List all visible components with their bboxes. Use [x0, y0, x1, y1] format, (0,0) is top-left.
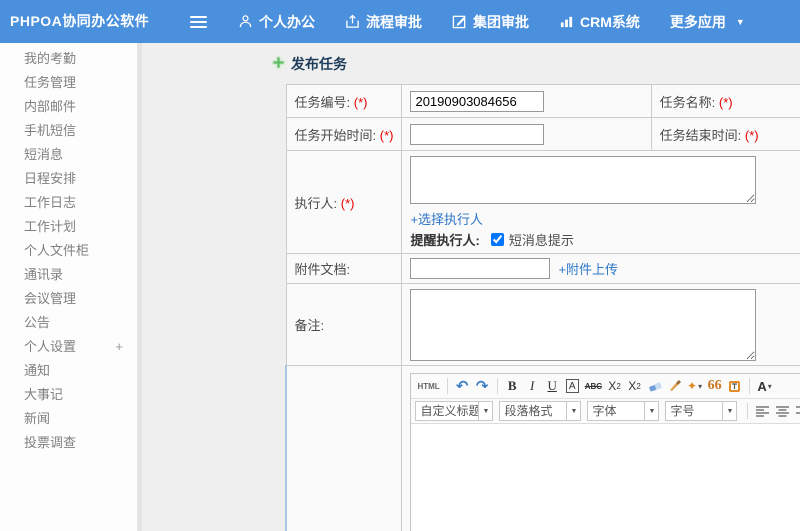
- end-time-label: 任务结束时间: (*): [650, 117, 800, 151]
- sidebar-item-internal-mail[interactable]: 内部邮件: [0, 95, 137, 119]
- main-content: 发布任务 任务编号: (*) 任务名称: (*) 任务开始时间: (*): [142, 43, 800, 531]
- table-row: 附件文档: +附件上传: [285, 253, 800, 284]
- sms-remind-checkbox[interactable]: [490, 233, 504, 246]
- table-row: 执行人: (*) +选择执行人 提醒执行人: 短消息提示: [285, 150, 800, 254]
- blockquote-button[interactable]: 66: [705, 376, 724, 396]
- eraser-icon[interactable]: [645, 376, 664, 396]
- edit-square-icon: [452, 14, 467, 29]
- executor-textarea[interactable]: [410, 156, 757, 204]
- magic-wand-icon[interactable]: ✦ ▾: [685, 376, 704, 396]
- html-source-button[interactable]: HTML: [415, 376, 441, 396]
- start-time-label: 任务开始时间: (*): [285, 117, 403, 151]
- sidebar-item-news[interactable]: 新闻: [0, 407, 137, 431]
- chevron-down-icon: ▼: [723, 401, 738, 421]
- sidebar-item-contacts[interactable]: 通讯录: [0, 263, 137, 287]
- caret-down-icon: ▼: [735, 16, 745, 27]
- main-nav: 个人办公 流程审批 集团审批 CRM系统 更多应用 ▼: [238, 0, 745, 43]
- sms-remind-label: 短消息提示: [508, 233, 574, 248]
- process-approval-icon: [345, 14, 360, 29]
- sidebar-item-my-attendance[interactable]: 我的考勤: [0, 47, 137, 71]
- executor-cell: +选择执行人 提醒执行人: 短消息提示: [401, 150, 800, 254]
- hamburger-menu-icon[interactable]: [190, 13, 210, 29]
- align-center-icon[interactable]: [773, 401, 792, 421]
- sidebar-item-mobile-sms[interactable]: 手机短信: [0, 119, 137, 143]
- sidebar-item-personal-settings[interactable]: 个人设置 +: [0, 335, 137, 359]
- sidebar-item-work-log[interactable]: 工作日志: [0, 191, 137, 215]
- user-icon: [238, 14, 253, 29]
- italic-button[interactable]: I: [523, 376, 542, 396]
- border-text-button[interactable]: A: [563, 376, 582, 396]
- paragraph-format-select[interactable]: 段落格式 ▼: [499, 401, 582, 421]
- remark-textarea[interactable]: [410, 288, 757, 361]
- table-row: 任务开始时间: (*) 任务结束时间: (*): [285, 117, 800, 151]
- bold-button[interactable]: B: [503, 376, 522, 396]
- remind-executor-label: 提醒执行人:: [410, 233, 480, 248]
- table-row: 备注:: [285, 283, 800, 366]
- sidebar-item-major-events[interactable]: 大事记: [0, 383, 137, 407]
- editor-toolbar-row2: 自定义标题 ▼ 段落格式 ▼ 字体 ▼ 字号 ▼: [411, 399, 800, 424]
- task-no-input[interactable]: [410, 90, 545, 112]
- table-row: 任务编号: (*) 任务名称: (*): [285, 84, 800, 118]
- executor-label: 执行人: (*): [285, 150, 403, 254]
- brush-icon[interactable]: [665, 376, 684, 396]
- top-navbar: PHPOA协同办公软件 个人办公 流程审批 集团审批 CRM系统 更多应用 ▼: [0, 0, 800, 43]
- nav-more-apps[interactable]: 更多应用 ▼: [670, 12, 745, 32]
- font-family-select[interactable]: 字体 ▼: [587, 401, 660, 421]
- publish-task-form: 任务编号: (*) 任务名称: (*) 任务开始时间: (*) 任务结束时间: …: [285, 84, 800, 531]
- custom-heading-select[interactable]: 自定义标题 ▼: [415, 401, 494, 421]
- start-time-input[interactable]: [410, 123, 545, 145]
- page-title: 发布任务: [272, 54, 347, 74]
- remark-cell: [401, 283, 800, 366]
- subscript-button[interactable]: X2: [625, 376, 644, 396]
- strikethrough-button[interactable]: ABC: [583, 376, 604, 396]
- attachment-cell: +附件上传: [401, 253, 800, 284]
- task-no-label: 任务编号: (*): [285, 84, 403, 118]
- add-plus-icon: [272, 56, 285, 72]
- underline-button[interactable]: U: [543, 376, 562, 396]
- paste-icon[interactable]: [725, 376, 744, 396]
- nav-process-approval[interactable]: 流程审批: [345, 12, 422, 32]
- attachment-input[interactable]: [410, 258, 551, 279]
- rich-text-editor: HTML ↶ ↷ B I U A ABC X2 X2 ✦ ▾ 66 A ▾ 自定…: [410, 373, 800, 531]
- sidebar-item-vote-survey[interactable]: 投票调查: [0, 431, 137, 455]
- sidebar-item-schedule[interactable]: 日程安排: [0, 167, 137, 191]
- sidebar-item-work-plan[interactable]: 工作计划: [0, 215, 137, 239]
- bar-chart-icon: [559, 14, 574, 29]
- redo-icon[interactable]: ↷: [473, 376, 492, 396]
- sidebar-item-announcement[interactable]: 公告: [0, 311, 137, 335]
- align-right-icon[interactable]: [793, 401, 800, 421]
- app-logo: PHPOA协同办公软件: [10, 13, 150, 29]
- chevron-down-icon: ▼: [567, 401, 582, 421]
- sidebar: 个人桌面 个人办公 − 我的考勤 任务管理 内部邮件 手机短信 短消息 日程安排…: [0, 43, 137, 531]
- editor-content-area[interactable]: [411, 424, 800, 531]
- task-no-cell: [401, 84, 652, 118]
- nav-group-approval[interactable]: 集团审批: [452, 12, 529, 32]
- sidebar-item-short-message[interactable]: 短消息: [0, 143, 137, 167]
- remark-label: 备注:: [285, 283, 403, 366]
- superscript-button[interactable]: X2: [605, 376, 624, 396]
- font-color-button[interactable]: A ▾: [755, 376, 774, 396]
- font-size-select[interactable]: 字号 ▼: [665, 401, 738, 421]
- chevron-down-icon: ▼: [479, 401, 494, 421]
- description-label: 任务描述: (*): [285, 365, 403, 531]
- sidebar-item-personal-file-cabinet[interactable]: 个人文件柜: [0, 239, 137, 263]
- nav-crm-system[interactable]: CRM系统: [559, 12, 640, 32]
- start-time-cell: [401, 117, 652, 151]
- editor-toolbar-row1: HTML ↶ ↷ B I U A ABC X2 X2 ✦ ▾ 66 A ▾: [411, 374, 800, 399]
- sidebar-item-notice[interactable]: 通知: [0, 359, 137, 383]
- sidebar-item-task-management[interactable]: 任务管理: [0, 71, 137, 95]
- nav-personal-office[interactable]: 个人办公: [238, 12, 315, 32]
- chevron-down-icon: ▼: [645, 401, 660, 421]
- expand-icon[interactable]: +: [115, 335, 123, 359]
- table-row: 任务描述: (*) HTML ↶ ↷ B I U A ABC: [285, 365, 800, 531]
- attachment-upload-link[interactable]: +附件上传: [558, 259, 618, 278]
- description-cell: HTML ↶ ↷ B I U A ABC X2 X2 ✦ ▾ 66 A ▾ 自定…: [401, 365, 800, 531]
- undo-icon[interactable]: ↶: [453, 376, 472, 396]
- task-name-label: 任务名称: (*): [650, 84, 800, 118]
- choose-executor-link[interactable]: +选择执行人: [410, 209, 483, 228]
- sidebar-item-meeting-management[interactable]: 会议管理: [0, 287, 137, 311]
- align-left-icon[interactable]: [753, 401, 772, 421]
- attachment-label: 附件文档:: [285, 253, 403, 284]
